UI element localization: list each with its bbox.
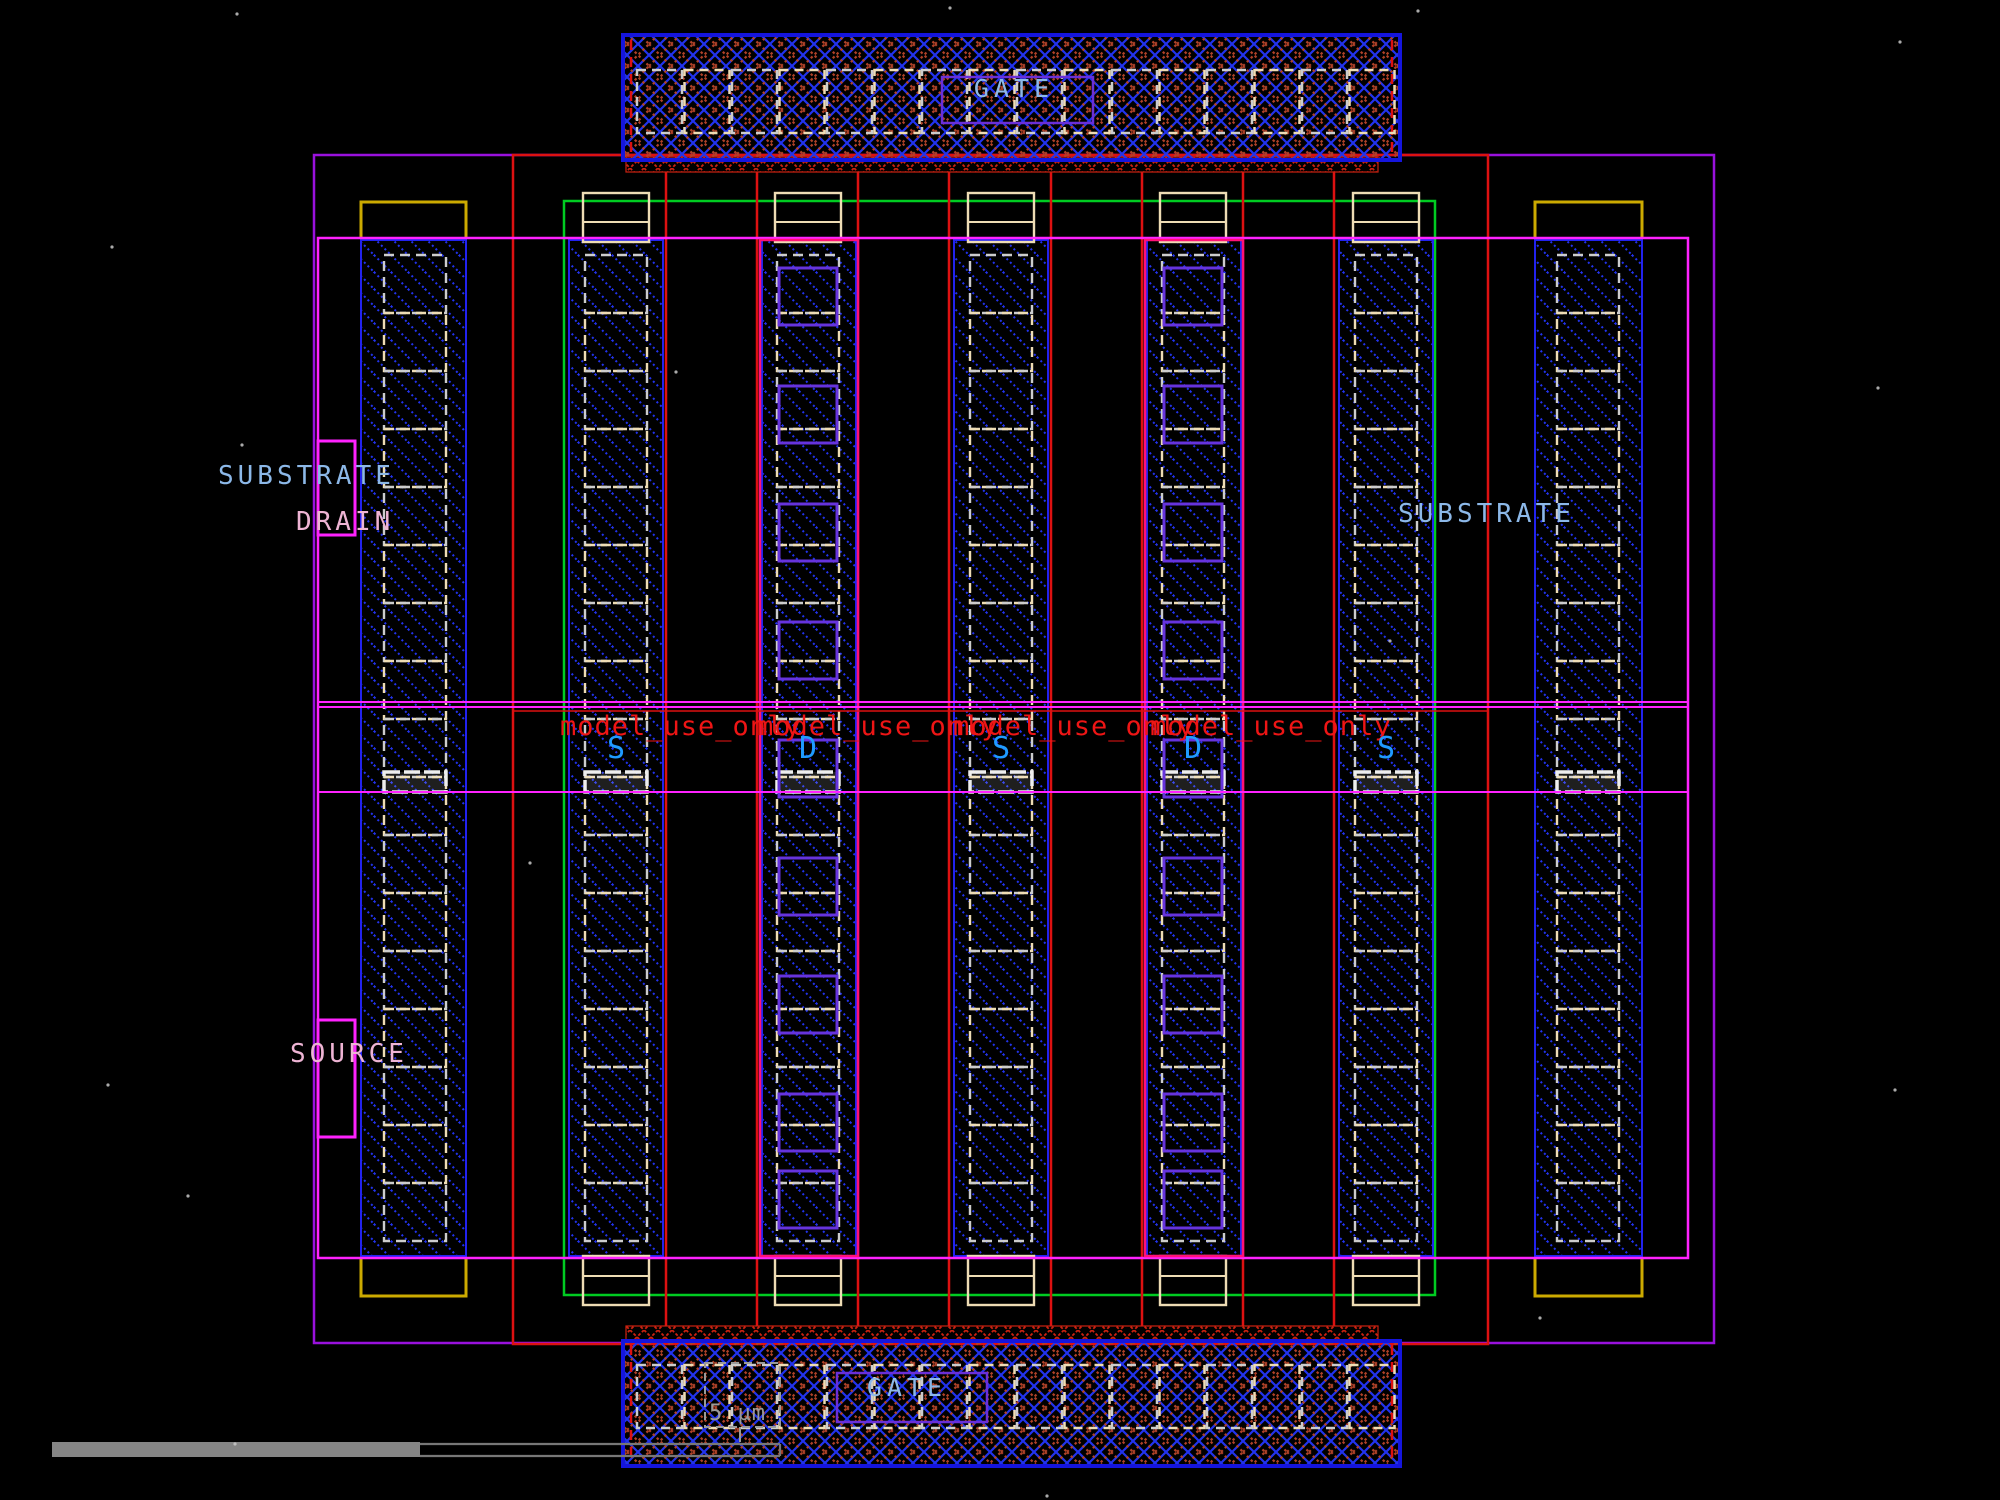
gate-top-label[interactable]: GATE (974, 74, 1054, 103)
grid-dot (1538, 1316, 1541, 1319)
grid-dot (235, 12, 238, 15)
substrate-right-label[interactable]: SUBSTRATE (1398, 499, 1575, 529)
contact-row-highlight (1355, 772, 1417, 792)
sd-letter[interactable]: S (607, 731, 625, 766)
pin-source[interactable] (318, 1020, 355, 1137)
tap-cap[interactable] (1535, 1258, 1642, 1296)
grid-dot (186, 1194, 189, 1197)
metal-stub (775, 1256, 841, 1305)
grid-dot (1893, 1088, 1896, 1091)
metal-stub (1160, 1256, 1226, 1305)
grid-dot (1876, 386, 1879, 389)
sd-letter[interactable]: D (1184, 731, 1202, 766)
grid-dot (1388, 639, 1391, 642)
grid-dot (240, 443, 243, 446)
grid-dot (528, 861, 531, 864)
contact-row-highlight (585, 772, 647, 792)
substrate-left-label[interactable]: SUBSTRATE (218, 461, 395, 491)
source-label[interactable]: SOURCE (290, 1039, 408, 1069)
sd-letter[interactable]: S (992, 731, 1010, 766)
tap-cap[interactable] (1535, 202, 1642, 238)
contact-row-highlight (777, 772, 839, 792)
sd-letter[interactable]: D (799, 731, 817, 766)
grid-dot (110, 245, 113, 248)
grid-dot (674, 370, 677, 373)
contact-row-highlight (1162, 772, 1224, 792)
drain-label[interactable]: DRAIN (296, 507, 394, 537)
contact-row-highlight (384, 772, 446, 792)
grid-dot (1045, 1494, 1048, 1497)
contact-row-highlight (1557, 772, 1619, 792)
grid-dot (233, 1442, 236, 1445)
metal-stub (1353, 1256, 1419, 1305)
grid-dot (1898, 40, 1901, 43)
metal-stub (583, 1256, 649, 1305)
layout-editor-canvas[interactable]: GATE GATE SUBSTRATE DRAIN SOURCE SUBSTRATE 5 µ… (0, 0, 2000, 1500)
gate-bottom-label[interactable]: GATE (867, 1373, 947, 1402)
tap-cap[interactable] (361, 1258, 466, 1296)
scale-label[interactable]: 5 µm (709, 1401, 766, 1426)
cad-drawing-area[interactable]: GATE GATE SUBSTRATE DRAIN SOURCE SUBSTRATE 5 µ… (0, 0, 2000, 1500)
substrate-column-left[interactable] (361, 240, 466, 1256)
metal-stub (968, 1256, 1034, 1305)
substrate-column-right[interactable] (1535, 240, 1642, 1256)
sd-letter[interactable]: S (1377, 731, 1395, 766)
tap-cap[interactable] (361, 202, 466, 238)
poly-strip (626, 1326, 1378, 1341)
contact-row-highlight (970, 772, 1032, 792)
grid-dot (948, 6, 951, 9)
grid-dot (106, 1083, 109, 1086)
grid-dot (1416, 9, 1419, 12)
